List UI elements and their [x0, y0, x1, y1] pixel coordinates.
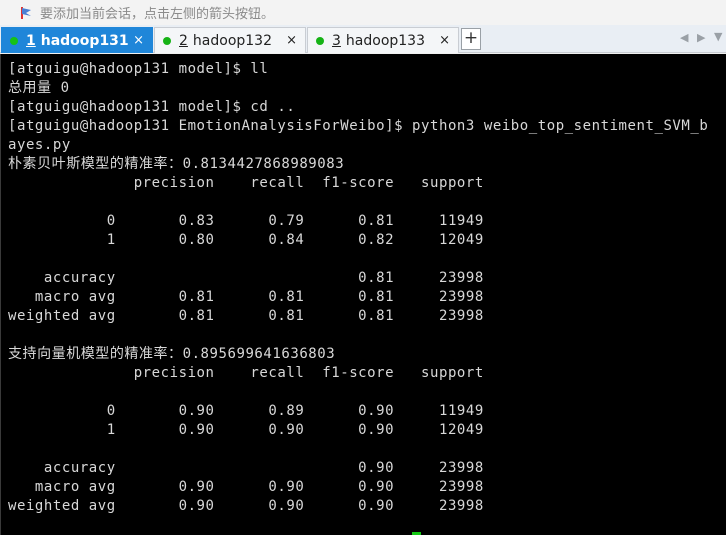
- close-icon[interactable]: ×: [133, 33, 144, 48]
- terminal-line: 支持向量机模型的精准率：0.895699641636803: [8, 346, 336, 362]
- terminal-line: 0 0.83 0.79 0.81 11949: [8, 213, 484, 229]
- tab-hadoop132[interactable]: 2 hadoop132 ×: [154, 27, 306, 53]
- terminal-line: 0 0.90 0.89 0.90 11949: [8, 403, 484, 419]
- terminal-line: weighted avg 0.90 0.90 0.90 23998: [8, 498, 484, 514]
- tab-number: 1: [26, 32, 36, 49]
- terminal-line: macro avg 0.90 0.90 0.90 23998: [8, 479, 484, 495]
- terminal-line: [atguigu@hadoop131 model]$ cd ..: [8, 99, 296, 115]
- terminal-line: [atguigu@hadoop131 EmotionAnalysisForWei…: [8, 118, 709, 134]
- connected-status-icon: [316, 36, 324, 45]
- connected-status-icon: [163, 36, 171, 45]
- tab-list-menu-icon[interactable]: ▼: [714, 30, 722, 43]
- scroll-right-icon[interactable]: ▶: [697, 31, 705, 44]
- tab-hadoop133[interactable]: 3 hadoop133 ×: [307, 27, 459, 53]
- tab-hadoop131[interactable]: 1 hadoop131 ×: [1, 27, 153, 53]
- hint-text: 要添加当前会话，点击左侧的箭头按钮。: [40, 7, 275, 22]
- session-hint-bar: 要添加当前会话，点击左侧的箭头按钮。: [0, 0, 726, 25]
- terminal-line: 朴素贝叶斯模型的精准率：0.8134427868989083: [8, 156, 345, 172]
- close-icon[interactable]: ×: [286, 33, 297, 48]
- terminal-line: macro avg 0.81 0.81 0.81 23998: [8, 289, 484, 305]
- close-icon[interactable]: ×: [439, 33, 450, 48]
- terminal-line: 1 0.90 0.90 0.90 12049: [8, 422, 484, 438]
- terminal-output[interactable]: [atguigu@hadoop131 model]$ ll 总用量 0 [atgui…: [0, 54, 726, 535]
- terminal-line: accuracy 0.90 23998: [8, 460, 484, 476]
- scroll-left-icon[interactable]: ◀: [680, 31, 688, 44]
- terminal-line: precision recall f1-score support: [8, 365, 484, 381]
- terminal-line: 1 0.80 0.84 0.82 12049: [8, 232, 484, 248]
- tab-label: hadoop131: [40, 32, 129, 49]
- terminal-line: weighted avg 0.81 0.81 0.81 23998: [8, 308, 484, 324]
- terminal-line: accuracy 0.81 23998: [8, 270, 484, 286]
- tab-label: hadoop133: [345, 32, 425, 49]
- terminal-line: precision recall f1-score support: [8, 175, 484, 191]
- session-tab-bar: 1 hadoop131 × 2 hadoop132 × 3 hadoop133 …: [0, 25, 726, 53]
- tab-label: hadoop132: [192, 32, 272, 49]
- tab-number: 2: [179, 32, 188, 49]
- tab-number: 3: [332, 32, 341, 49]
- terminal-line: ayes.py: [8, 137, 71, 153]
- terminal-line: [atguigu@hadoop131 model]$ ll: [8, 61, 269, 77]
- add-tab-button[interactable]: +: [461, 28, 481, 50]
- terminal-lines: [atguigu@hadoop131 model]$ ll 总用量 0 [atgui…: [8, 60, 708, 516]
- pin-arrow-icon[interactable]: [20, 6, 34, 20]
- connected-status-icon: [10, 36, 18, 45]
- terminal-line: 总用量 0: [8, 80, 70, 96]
